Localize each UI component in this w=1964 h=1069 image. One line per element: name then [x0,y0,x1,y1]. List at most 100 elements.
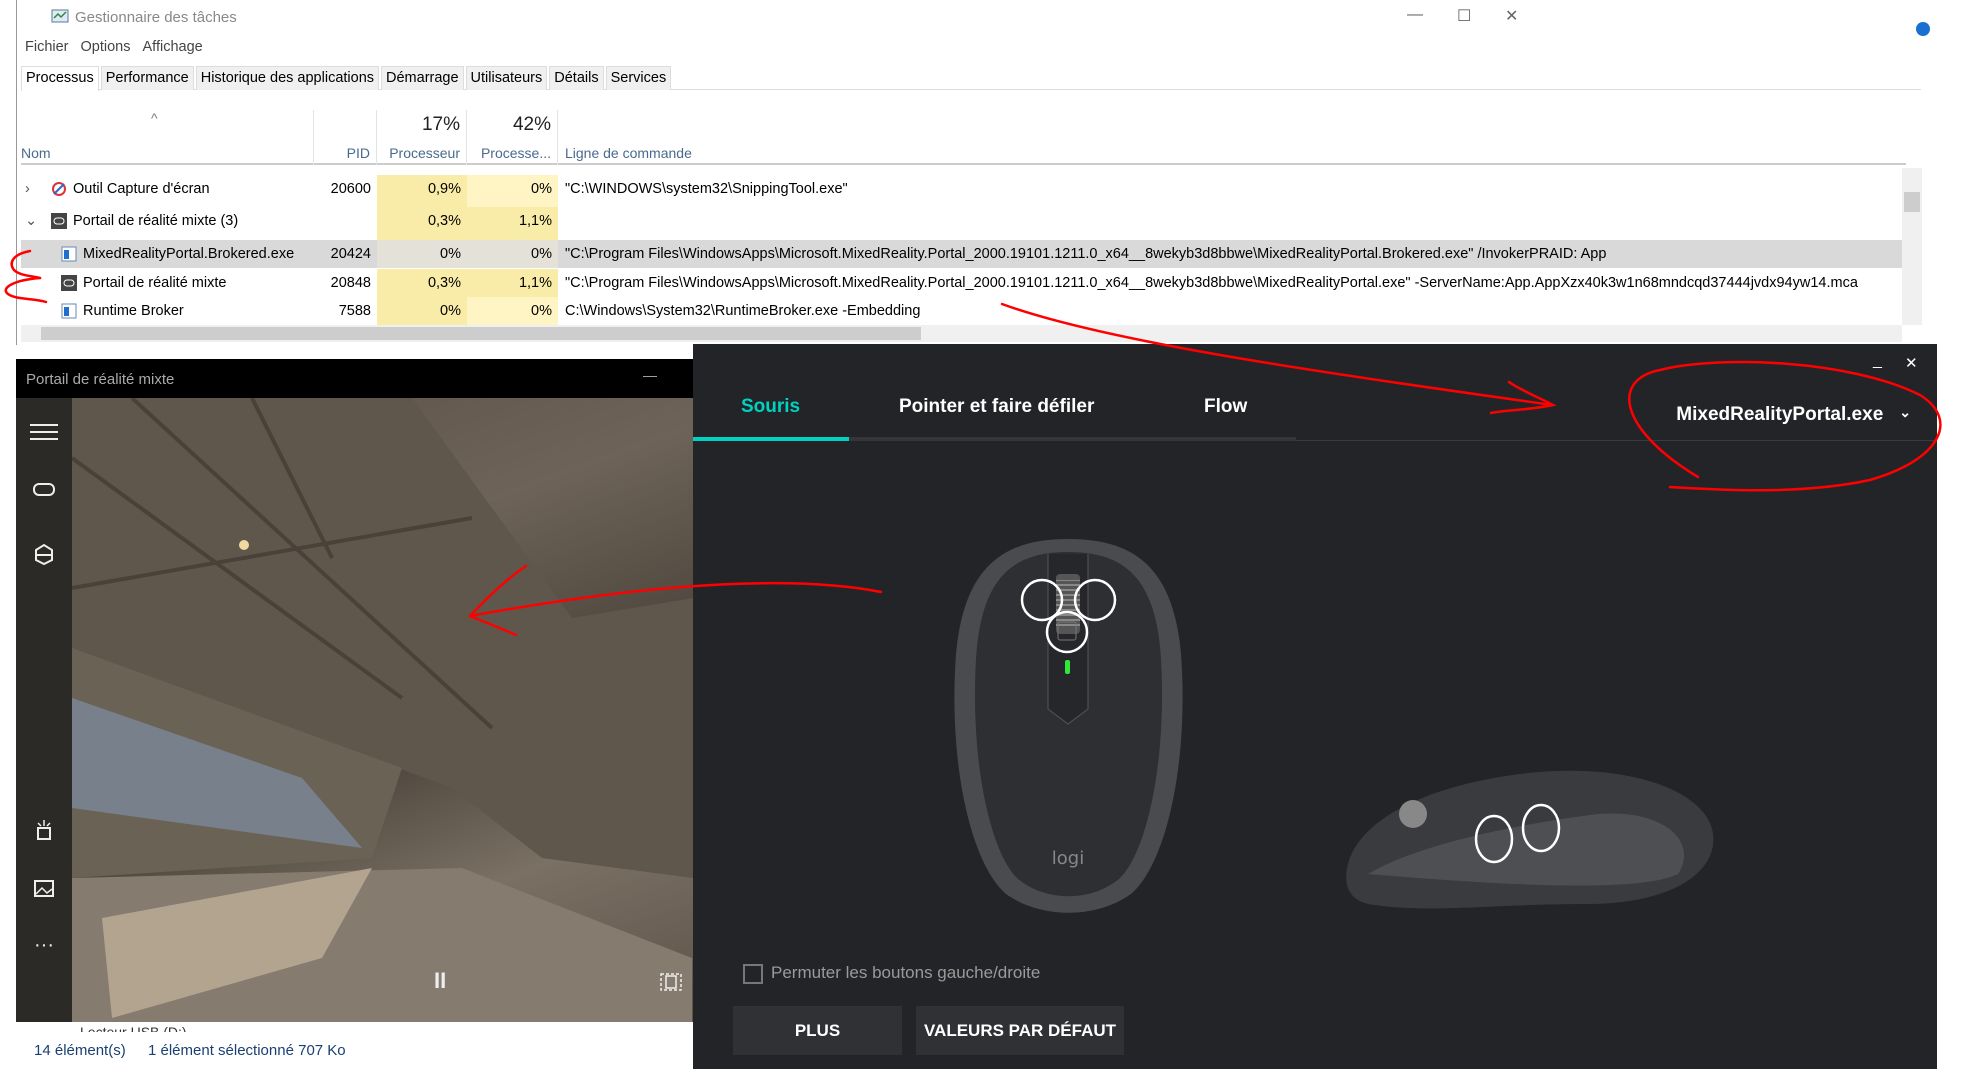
col-nom[interactable]: ^ Nom [21,110,314,165]
mouse-top-view: logi [954,539,1183,913]
command-line [565,207,1905,240]
minimize-button[interactable]: — [1407,6,1423,24]
process-name: Outil Capture d'écran [73,181,210,197]
tab-services[interactable]: Services [605,66,672,90]
close-button[interactable]: ✕ [1505,6,1518,26]
window-title: Gestionnaire des tâches [75,8,237,26]
swap-buttons-checkbox[interactable] [743,964,763,984]
menu-affichage[interactable]: Affichage [143,39,203,55]
col-gpu[interactable]: 42% Processe... [467,110,558,165]
scroll-thumb[interactable] [41,327,921,340]
gpu: 1,1% [467,207,558,240]
app-selector-dropdown[interactable]: MixedRealityPortal.exe ⌄ [1676,404,1911,426]
tab-indicator [693,437,849,441]
cpu: 0,3% [377,207,467,240]
title-bar: Gestionnaire des tâches [51,8,237,26]
photos-icon[interactable] [16,878,72,900]
menu-fichier[interactable]: Fichier [25,39,69,55]
mouse-side-view [1346,770,1714,909]
command-line: "C:\Program Files\WindowsApps\Microsoft.… [565,246,1607,262]
gpu: 0% [467,240,558,268]
more-button[interactable]: PLUS [733,1006,902,1055]
whats-new-icon[interactable] [16,818,72,842]
sidebar: ··· [16,398,72,1022]
menu-bar: Fichier Options Affichage [25,39,203,55]
command-line: "C:\Program Files\WindowsApps\Microsoft.… [565,275,1858,291]
tab-utilisateurs[interactable]: Utilisateurs [465,66,548,90]
command-line: "C:\WINDOWS\system32\SnippingTool.exe" [565,181,848,197]
minimize-button[interactable]: _ [1873,352,1882,370]
process-row[interactable]: Runtime Broker 7588 0% 0% C:\Windows\System3… [21,297,1906,325]
menu-options[interactable]: Options [81,39,131,55]
notification-badge [1916,22,1930,36]
pid [314,207,377,240]
fullscreen-icon[interactable] [659,972,683,992]
expand-toggle[interactable]: ⌄ [25,207,37,240]
item-count: 14 élément(s) [34,1042,126,1059]
environment-preview: II [72,398,693,1022]
task-manager-window: Gestionnaire des tâches — ☐ ✕ Fichier Op… [16,0,1923,345]
swap-buttons-label: Permuter les boutons gauche/droite [771,963,1041,982]
process-row[interactable]: MixedRealityPortal.Brokered.exe 20424 0% 0%… [21,240,1906,268]
col-pid[interactable]: PID [314,110,377,165]
column-header: ^ Nom PID 17% Processeur 42% Processe... L… [21,110,1906,165]
app-selector-value: MixedRealityPortal.exe [1676,404,1884,425]
expand-toggle[interactable]: › [25,175,30,207]
tab-demarrage[interactable]: Démarrage [381,66,464,90]
task-manager-icon [51,9,69,23]
tab-bar: Processus Performance Historique des app… [21,66,1921,91]
command-line: C:\Windows\System32\RuntimeBroker.exe -E… [565,303,921,319]
cpu: 0,9% [377,175,467,207]
more-icon[interactable]: ··· [16,934,72,957]
tab-souris[interactable]: Souris [741,396,800,418]
cpu: 0% [377,297,467,325]
sort-up-icon: ^ [151,110,158,126]
pid: 7588 [338,303,371,319]
chevron-down-icon: ⌄ [1899,404,1911,420]
pause-button[interactable]: II [434,968,446,994]
gpu: 1,1% [467,269,558,297]
app-window-icon [61,303,83,319]
logi-logo: logi [1052,848,1084,869]
cpu: 0,3% [377,269,467,297]
process-row[interactable]: › Outil Capture d'écran 20600 0,9% 0% "C:\WIN… [21,175,1906,207]
tab-details[interactable]: Détails [549,66,604,90]
tab-performance[interactable]: Performance [100,66,194,90]
selection-info: 1 élément sélectionné 707 Ko [148,1042,346,1059]
snipping-tool-icon [51,181,73,197]
process-name: Runtime Broker [83,303,184,319]
window-title: Portail de réalité mixte [26,371,175,388]
concrete-environment-image [72,398,693,1022]
tab-historique[interactable]: Historique des applications [195,66,380,90]
drive-item[interactable]: Lecteur USB (D:) [80,1024,187,1032]
scroll-thumb[interactable] [1904,192,1920,212]
gpu: 0% [467,297,558,325]
gpu: 0% [467,175,558,207]
mixed-reality-icon [61,275,83,292]
vertical-scrollbar[interactable] [1902,168,1922,325]
pid: 20848 [330,275,371,291]
horizontal-scrollbar[interactable] [21,325,1902,342]
pid: 20424 [330,246,371,262]
restore-defaults-button[interactable]: VALEURS PAR DÉFAUT [916,1006,1124,1055]
process-row[interactable]: ⌄ Portail de réalité mixte (3) 0,3% 1,1% [21,207,1906,240]
cpu: 0% [377,240,467,268]
pid: 20600 [330,181,371,197]
minimize-button[interactable]: — [643,367,657,383]
col-ligne-commande[interactable]: Ligne de commande [558,110,1898,165]
tab-flow[interactable]: Flow [1204,396,1247,418]
process-row[interactable]: Portail de réalité mixte 20848 0,3% 1,1% "C:… [21,269,1906,297]
mixed-reality-icon [51,213,73,230]
headset-icon[interactable] [16,480,72,500]
tab-processus[interactable]: Processus [21,66,99,91]
process-name: MixedRealityPortal.Brokered.exe [83,246,295,262]
col-processeur[interactable]: 17% Processeur [377,110,467,165]
close-button[interactable]: ✕ [1905,354,1918,372]
environment-icon[interactable] [16,542,72,566]
process-name: Portail de réalité mixte (3) [73,213,239,229]
explorer-status-bar: Lecteur USB (D:) 14 élément(s) 1 élément… [16,1022,693,1069]
status-led [1065,660,1070,674]
tab-pointer[interactable]: Pointer et faire défiler [899,396,1094,418]
maximize-button[interactable]: ☐ [1457,6,1471,26]
menu-icon[interactable] [16,422,72,442]
